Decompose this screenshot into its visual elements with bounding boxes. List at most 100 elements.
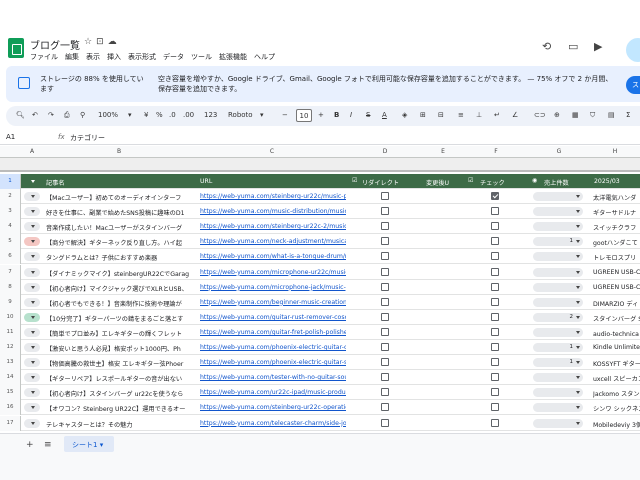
valign-icon[interactable]: ⊥ bbox=[476, 111, 482, 119]
sales-count-dropdown[interactable] bbox=[533, 252, 583, 262]
menu-data[interactable]: データ bbox=[163, 52, 184, 62]
product-cell[interactable]: audio-technica プロ bbox=[593, 329, 640, 338]
url-link[interactable]: https://web-yuma.com/microphone-jack/mus… bbox=[200, 284, 346, 291]
column-header-h[interactable]: H bbox=[590, 148, 640, 155]
chevron-down-icon[interactable]: ▾ bbox=[128, 111, 132, 119]
category-dropdown[interactable] bbox=[24, 358, 40, 368]
sales-count-dropdown[interactable] bbox=[533, 403, 583, 413]
check-checkbox[interactable] bbox=[491, 282, 499, 291]
currency-button[interactable]: ¥ bbox=[144, 111, 148, 119]
insert-comment-icon[interactable]: ⊕ bbox=[554, 111, 560, 119]
align-icon[interactable]: ≡ bbox=[458, 111, 464, 119]
redirect-checkbox[interactable] bbox=[381, 297, 389, 306]
column-header-f[interactable]: F bbox=[464, 148, 528, 155]
article-title-cell[interactable]: 【10分完了】ギターパーツの錆をまるごと落とす bbox=[46, 314, 194, 323]
product-cell[interactable]: uxcell スピーカコン bbox=[593, 374, 640, 383]
url-link[interactable]: https://web-yuma.com/steinberg-ur22c-ope… bbox=[200, 404, 346, 411]
font-chevron-icon[interactable]: ▾ bbox=[260, 111, 264, 119]
category-dropdown[interactable] bbox=[24, 418, 40, 428]
increase-decimal-button[interactable]: .00 bbox=[183, 111, 194, 119]
sales-count-dropdown[interactable] bbox=[533, 418, 583, 428]
header-redirect[interactable]: リダイレクト bbox=[362, 178, 420, 187]
sales-count-dropdown[interactable] bbox=[533, 267, 583, 277]
url-link[interactable]: https://web-yuma.com/microphone-ur22c/mu… bbox=[200, 269, 346, 276]
menu-insert[interactable]: 挿入 bbox=[107, 52, 121, 62]
sales-count-dropdown[interactable] bbox=[533, 373, 583, 383]
category-dropdown[interactable] bbox=[24, 192, 40, 201]
redirect-checkbox[interactable] bbox=[381, 237, 389, 246]
decrease-font-icon[interactable]: − bbox=[282, 111, 288, 119]
sales-count-dropdown[interactable] bbox=[533, 327, 583, 337]
product-cell[interactable]: UGREEN USB-C bbox=[593, 269, 640, 276]
sales-count-dropdown[interactable]: 2 bbox=[533, 312, 583, 322]
article-title-cell[interactable]: 【激安いと思う人必見】格安ポット1000円、Ph bbox=[46, 344, 194, 353]
menu-file[interactable]: ファイル bbox=[30, 52, 58, 62]
category-dropdown[interactable] bbox=[24, 267, 40, 277]
row-number[interactable]: 5 bbox=[0, 234, 21, 250]
redirect-checkbox[interactable] bbox=[381, 327, 389, 336]
redirect-checkbox[interactable] bbox=[381, 252, 389, 261]
check-checkbox[interactable] bbox=[491, 343, 499, 351]
functions-icon[interactable]: Σ bbox=[626, 111, 630, 119]
redirect-checkbox[interactable] bbox=[381, 282, 389, 291]
strikethrough-button[interactable]: S bbox=[366, 111, 370, 119]
percent-button[interactable]: % bbox=[156, 111, 163, 119]
article-title-cell[interactable]: テレキャスターとは？その魅力 bbox=[46, 420, 194, 429]
font-select[interactable]: Roboto bbox=[228, 111, 253, 119]
row-number[interactable]: 2 bbox=[0, 189, 21, 204]
check-checkbox[interactable] bbox=[491, 388, 499, 397]
product-cell[interactable]: ギターサドルナ bbox=[593, 208, 640, 217]
storage-offer-button[interactable]: ス bbox=[626, 76, 640, 94]
formula-input[interactable]: カテゴリー bbox=[70, 133, 105, 143]
wrap-icon[interactable]: ↵ bbox=[494, 111, 500, 119]
category-dropdown[interactable] bbox=[24, 222, 40, 232]
url-link[interactable]: https://web-yuma.com/ur22c-ipad/music-pr… bbox=[200, 389, 346, 396]
product-cell[interactable]: Kindle Unlimited bbox=[593, 344, 640, 351]
article-title-cell[interactable]: 【オワコン？Steinberg UR22C】運用できるオー bbox=[46, 404, 194, 413]
article-title-cell[interactable]: 【物価高騰の救世主】格安 エレキギター弦Phoer bbox=[46, 359, 194, 368]
name-box[interactable]: A1 bbox=[6, 133, 15, 141]
italic-button[interactable]: I bbox=[350, 111, 352, 119]
article-title-cell[interactable]: 【簡単でプロ並み】エレキギターの輝くフレット bbox=[46, 329, 194, 338]
category-dropdown[interactable] bbox=[24, 252, 40, 262]
number-format-button[interactable]: 123 bbox=[204, 111, 217, 119]
url-link[interactable]: https://web-yuma.com/neck-adjustment/mus… bbox=[200, 238, 346, 245]
history-icon[interactable]: ⟲ bbox=[542, 40, 551, 53]
header-article-name[interactable]: 記事名 bbox=[46, 178, 194, 187]
row-number[interactable]: 15 bbox=[0, 385, 21, 401]
product-cell[interactable]: Jackomo スタンダー bbox=[593, 389, 640, 398]
url-link[interactable]: https://web-yuma.com/telecaster-charm/si… bbox=[200, 420, 346, 427]
column-header-c[interactable]: C bbox=[196, 148, 348, 155]
article-title-cell[interactable]: 【初心者でもできる！】音楽制作に技術や理論が bbox=[46, 299, 194, 308]
chart-icon[interactable]: ▦ bbox=[572, 111, 579, 119]
menu-tools[interactable]: ツール bbox=[191, 52, 212, 62]
check-checkbox[interactable] bbox=[491, 418, 499, 427]
column-header-d[interactable]: D bbox=[348, 148, 422, 155]
sheet-tab[interactable]: シート1 ▾ bbox=[64, 436, 114, 452]
redirect-checkbox[interactable] bbox=[381, 267, 389, 276]
sales-count-dropdown[interactable]: 1 bbox=[533, 237, 583, 247]
rotate-icon[interactable]: ∠ bbox=[512, 111, 518, 119]
url-link[interactable]: https://web-yuma.com/what-is-a-tongue-dr… bbox=[200, 253, 346, 260]
sales-count-dropdown[interactable] bbox=[533, 222, 583, 232]
all-sheets-icon[interactable]: ≡ bbox=[44, 440, 52, 450]
url-link[interactable]: https://web-yuma.com/steinberg-ur22c/mus… bbox=[200, 193, 346, 200]
product-cell[interactable]: トレモロスプリ bbox=[593, 253, 640, 262]
sheets-logo-icon[interactable] bbox=[8, 38, 24, 58]
article-title-cell[interactable]: 【Macユーザー】初めてのオーディオインターフ bbox=[46, 193, 194, 202]
redirect-checkbox[interactable] bbox=[381, 388, 389, 397]
row-number[interactable]: 1 bbox=[0, 174, 21, 189]
check-checkbox[interactable] bbox=[491, 192, 499, 200]
category-dropdown[interactable] bbox=[24, 207, 40, 217]
url-link[interactable]: https://web-yuma.com/music-distribution/… bbox=[200, 208, 346, 215]
sales-count-dropdown[interactable] bbox=[533, 192, 583, 201]
url-link[interactable]: https://web-yuma.com/guitar-fret-polish-… bbox=[200, 329, 346, 336]
row-number[interactable]: 10 bbox=[0, 309, 21, 325]
redo-icon[interactable]: ↷ bbox=[48, 111, 54, 119]
document-title[interactable]: ブログ一覧 bbox=[30, 37, 80, 52]
sales-count-dropdown[interactable] bbox=[533, 282, 583, 292]
print-icon[interactable]: ⎙ bbox=[64, 111, 70, 120]
header-changed-url[interactable]: 変更後U bbox=[426, 178, 462, 187]
row-number[interactable]: 17 bbox=[0, 415, 21, 431]
category-dropdown[interactable] bbox=[24, 312, 40, 322]
